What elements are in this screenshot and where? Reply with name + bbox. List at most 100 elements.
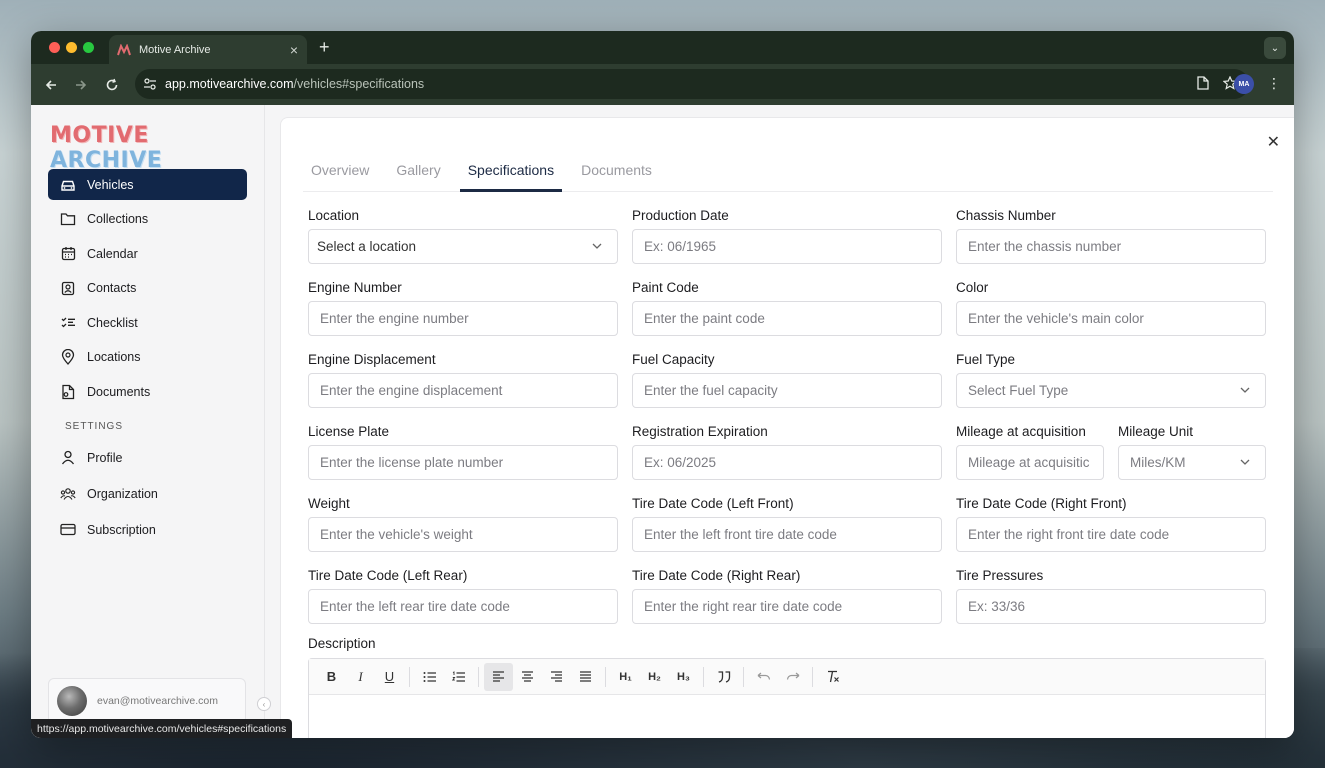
forward-icon[interactable] [71, 75, 91, 95]
field-label: Tire Date Code (Left Rear) [308, 568, 468, 583]
tab-search-icon[interactable]: ⌄ [1264, 37, 1286, 59]
mileage-input[interactable]: Mileage at acquisitic [956, 445, 1104, 480]
site-info-icon[interactable] [135, 78, 165, 90]
sidebar-item-calendar[interactable]: Calendar [48, 238, 247, 269]
field-label: Engine Displacement [308, 352, 436, 367]
description-editor: B I U H₁ H₂ H₃ [308, 658, 1266, 738]
sidebar-item-label: Subscription [87, 522, 156, 537]
field-label: Engine Number [308, 280, 402, 295]
bullet-list-icon[interactable] [415, 663, 444, 691]
paint-code-input[interactable]: Enter the paint code [632, 301, 942, 336]
align-left-icon[interactable] [484, 662, 513, 691]
favicon-icon [117, 43, 131, 57]
browser-profile-icon[interactable]: MA [1234, 74, 1254, 94]
production-date-input[interactable]: Ex: 06/1965 [632, 229, 942, 264]
credit-card-icon [60, 522, 76, 538]
field-label: Fuel Capacity [632, 352, 715, 367]
reload-icon[interactable] [102, 75, 122, 95]
avatar [57, 686, 87, 716]
sidebar-item-profile[interactable]: Profile [48, 442, 247, 473]
sidebar-item-locations[interactable]: Locations [48, 342, 247, 373]
fuel-type-select[interactable]: Select Fuel Type [956, 373, 1266, 408]
checklist-icon [60, 315, 76, 331]
browser-window: Motive Archive × + ⌄ app.motivearchive.c… [31, 31, 1294, 738]
mileage-unit-select[interactable]: Miles/KM [1118, 445, 1266, 480]
sidebar-item-label: Organization [87, 486, 158, 501]
tab-overview[interactable]: Overview [303, 148, 377, 192]
italic-button[interactable]: I [346, 663, 375, 691]
sidebar-item-subscription[interactable]: Subscription [48, 514, 247, 545]
tire-left-rear-input[interactable]: Enter the left rear tire date code [308, 589, 618, 624]
url-host: app.motivearchive.com [165, 77, 294, 91]
align-justify-icon[interactable] [571, 663, 600, 691]
document-icon [60, 384, 76, 400]
heading-3-button[interactable]: H₃ [669, 663, 698, 691]
back-icon[interactable] [41, 75, 61, 95]
browser-tabbar: Motive Archive × + ⌄ [31, 31, 1294, 64]
toolbar-divider [703, 666, 704, 687]
maximize-window-button[interactable] [83, 42, 94, 53]
undo-icon[interactable] [749, 663, 778, 691]
license-plate-field: License Plate Enter the license plate nu… [308, 424, 618, 480]
field-label: Tire Date Code (Right Rear) [632, 568, 801, 583]
align-right-icon[interactable] [542, 663, 571, 691]
tire-pressures-input[interactable]: Ex: 33/36 [956, 589, 1266, 624]
mileage-field: Mileage at acquisition Mileage at acquis… [956, 424, 1104, 480]
tab-specifications[interactable]: Specifications [459, 148, 563, 192]
new-tab-icon[interactable]: + [319, 37, 330, 58]
sidebar-item-vehicles[interactable]: Vehicles [48, 169, 247, 200]
underline-button[interactable]: U [375, 663, 404, 691]
heading-1-button[interactable]: H₁ [611, 663, 640, 691]
address-bar[interactable]: app.motivearchive.com/vehicles#specifica… [135, 69, 1249, 99]
numbered-list-icon[interactable] [444, 663, 473, 691]
sidebar-item-collections[interactable]: Collections [48, 204, 247, 235]
field-label: Location [308, 208, 360, 223]
sidebar-item-label: Calendar [87, 246, 138, 261]
location-select[interactable]: Select a location [308, 229, 618, 264]
sidebar-item-organization[interactable]: Organization [48, 478, 247, 509]
tab-documents[interactable]: Documents [573, 148, 660, 192]
weight-input[interactable]: Enter the vehicle's weight [308, 517, 618, 552]
blockquote-icon[interactable] [709, 663, 738, 691]
browser-tab[interactable]: Motive Archive × [109, 35, 307, 64]
sidebar-item-contacts[interactable]: Contacts [48, 273, 247, 304]
bold-button[interactable]: B [317, 663, 346, 691]
tire-left-front-input[interactable]: Enter the left front tire date code [632, 517, 942, 552]
registration-expiration-input[interactable]: Ex: 06/2025 [632, 445, 942, 480]
tire-right-front-input[interactable]: Enter the right front tire date code [956, 517, 1266, 552]
sidebar-item-label: Contacts [87, 281, 137, 295]
engine-number-field: Engine Number Enter the engine number [308, 280, 618, 336]
minimize-window-button[interactable] [66, 42, 77, 53]
collapse-sidebar-icon[interactable]: ‹ [257, 697, 271, 711]
user-email: evan@motivearchive.com [97, 695, 218, 707]
browser-menu-icon[interactable]: ⋮ [1267, 75, 1281, 92]
location-field: Location Select a location [308, 208, 618, 264]
sidebar-item-label: Locations [87, 350, 141, 364]
tire-left-rear-field: Tire Date Code (Left Rear) Enter the lef… [308, 568, 618, 624]
user-account-chip[interactable]: evan@motivearchive.com [48, 678, 246, 724]
clear-formatting-icon[interactable] [818, 663, 847, 691]
field-label: Production Date [632, 208, 729, 223]
field-label: Tire Date Code (Right Front) [956, 496, 1127, 511]
tab-gallery[interactable]: Gallery [388, 148, 448, 192]
page-icon[interactable] [1197, 76, 1209, 93]
tab-close-icon[interactable]: × [285, 42, 303, 58]
close-window-button[interactable] [49, 42, 60, 53]
weight-field: Weight Enter the vehicle's weight [308, 496, 618, 552]
chassis-number-input[interactable]: Enter the chassis number [956, 229, 1266, 264]
color-input[interactable]: Enter the vehicle's main color [956, 301, 1266, 336]
redo-icon[interactable] [778, 663, 807, 691]
engine-number-input[interactable]: Enter the engine number [308, 301, 618, 336]
sidebar-item-documents[interactable]: Documents [48, 376, 247, 407]
field-label: License Plate [308, 424, 390, 439]
align-center-icon[interactable] [513, 663, 542, 691]
heading-2-button[interactable]: H₂ [640, 663, 669, 691]
license-plate-input[interactable]: Enter the license plate number [308, 445, 618, 480]
engine-displacement-input[interactable]: Enter the engine displacement [308, 373, 618, 408]
tire-pressures-field: Tire Pressures Ex: 33/36 [956, 568, 1266, 624]
tire-right-rear-input[interactable]: Enter the right rear tire date code [632, 589, 942, 624]
chevron-down-icon [1239, 456, 1251, 471]
fuel-capacity-input[interactable]: Enter the fuel capacity [632, 373, 942, 408]
sidebar-item-checklist[interactable]: Checklist [48, 307, 247, 338]
motive-archive-logo[interactable]: MOTIVE ARCHIVE [50, 123, 264, 173]
